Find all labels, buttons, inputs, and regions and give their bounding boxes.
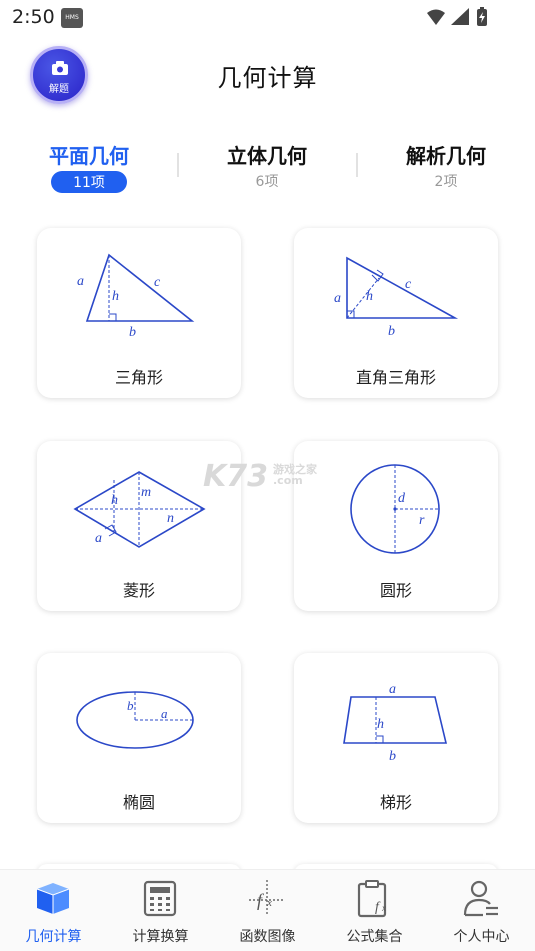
nav-profile[interactable]: 个人中心 <box>428 870 535 951</box>
nav-label: 个人中心 <box>453 929 510 945</box>
nav-geometry[interactable]: 几何计算 <box>0 870 107 951</box>
app-screen: 2:50 HMS 解题 几何计算 平面几何 11项 立体几何 6项 解析几何 2… <box>0 0 535 951</box>
label-c: c <box>154 275 161 290</box>
cube-icon <box>36 883 70 914</box>
label-h: h <box>377 717 384 732</box>
label-d: d <box>398 491 406 506</box>
card-ellipse[interactable]: b a 椭圆 <box>37 653 241 823</box>
watermark-brand: K73 <box>203 459 268 494</box>
tab-count: 6项 <box>255 174 279 190</box>
ellipse-icon: b a <box>76 691 194 749</box>
card-triangle[interactable]: a h c b 三角形 <box>37 228 241 398</box>
card-trapezoid[interactable]: a h b 梯形 <box>294 653 498 823</box>
label-n: n <box>167 511 174 526</box>
nav-label: 函数图像 <box>239 929 296 945</box>
tab-count: 2项 <box>434 174 458 190</box>
label-b: b <box>389 749 396 764</box>
status-icons <box>427 7 487 26</box>
status-bar: 2:50 HMS <box>0 0 535 36</box>
card-circle[interactable]: d r 圆形 <box>294 441 498 611</box>
card-label: 三角形 <box>114 368 163 387</box>
label-a: a <box>334 291 341 306</box>
label-h: h <box>366 289 373 304</box>
formula-clipboard-icon: f x <box>357 880 387 918</box>
right-triangle-icon: a h c b <box>334 256 459 339</box>
nav-function-graph[interactable]: f x 函数图像 <box>214 870 321 951</box>
nav-calculator[interactable]: 计算换算 <box>107 870 214 951</box>
circle-icon: d r <box>350 464 440 554</box>
card-right-triangle[interactable]: a h c b 直角三角形 <box>294 228 498 398</box>
tab-plane-geometry[interactable]: 平面几何 11项 <box>19 140 159 193</box>
label-b: b <box>127 698 134 713</box>
bottom-nav: 几何计算 计算换算 f x 函数图像 f x 公式集合 个人中心 <box>0 869 535 951</box>
page-title: 几何计算 <box>217 64 318 92</box>
signal-icon <box>451 8 469 25</box>
watermark-domain: .com <box>273 474 303 487</box>
triangle-icon: a h c b <box>77 253 195 340</box>
svg-text:x: x <box>381 903 386 913</box>
card-label: 菱形 <box>122 581 155 600</box>
tab-count: 11项 <box>51 171 127 193</box>
label-m: m <box>141 485 151 500</box>
nav-formulas[interactable]: f x 公式集合 <box>321 870 428 951</box>
label-a: a <box>77 274 84 289</box>
label-r: r <box>419 513 425 528</box>
svg-text:f: f <box>375 900 381 915</box>
function-graph-icon: f x <box>249 880 285 916</box>
nav-label: 公式集合 <box>346 929 403 945</box>
label-h: h <box>111 493 118 508</box>
label-a: a <box>161 706 168 721</box>
tab-name: 解析几何 <box>406 144 486 168</box>
label-h: h <box>112 289 119 304</box>
tab-divider <box>356 153 358 177</box>
label-b: b <box>388 324 395 339</box>
label-a: a <box>389 682 396 697</box>
svg-text:x: x <box>266 897 272 909</box>
card-label: 椭圆 <box>122 793 155 812</box>
wifi-icon <box>427 9 445 25</box>
tab-solid-geometry[interactable]: 立体几何 6项 <box>197 140 337 191</box>
tab-divider <box>177 153 179 177</box>
label-b: b <box>129 325 136 340</box>
label-c: c <box>405 277 412 292</box>
tab-name: 立体几何 <box>227 144 307 168</box>
status-time: 2:50 <box>12 6 55 28</box>
card-label: 圆形 <box>379 581 412 600</box>
trapezoid-icon: a h b <box>343 682 448 764</box>
card-label: 直角三角形 <box>355 368 436 387</box>
watermark-logo: K73 游戏之家 .com <box>203 459 317 494</box>
battery-icon <box>477 7 487 26</box>
nav-label: 计算换算 <box>132 929 189 945</box>
hms-badge-icon: HMS <box>61 8 83 28</box>
card-label: 梯形 <box>379 793 412 812</box>
label-a: a <box>95 531 102 546</box>
tab-analytic-geometry[interactable]: 解析几何 2项 <box>376 140 516 191</box>
tab-name: 平面几何 <box>49 144 129 168</box>
nav-label: 几何计算 <box>25 929 82 945</box>
user-icon <box>463 880 498 917</box>
calculator-icon <box>143 880 177 917</box>
svg-text:f: f <box>257 890 265 910</box>
